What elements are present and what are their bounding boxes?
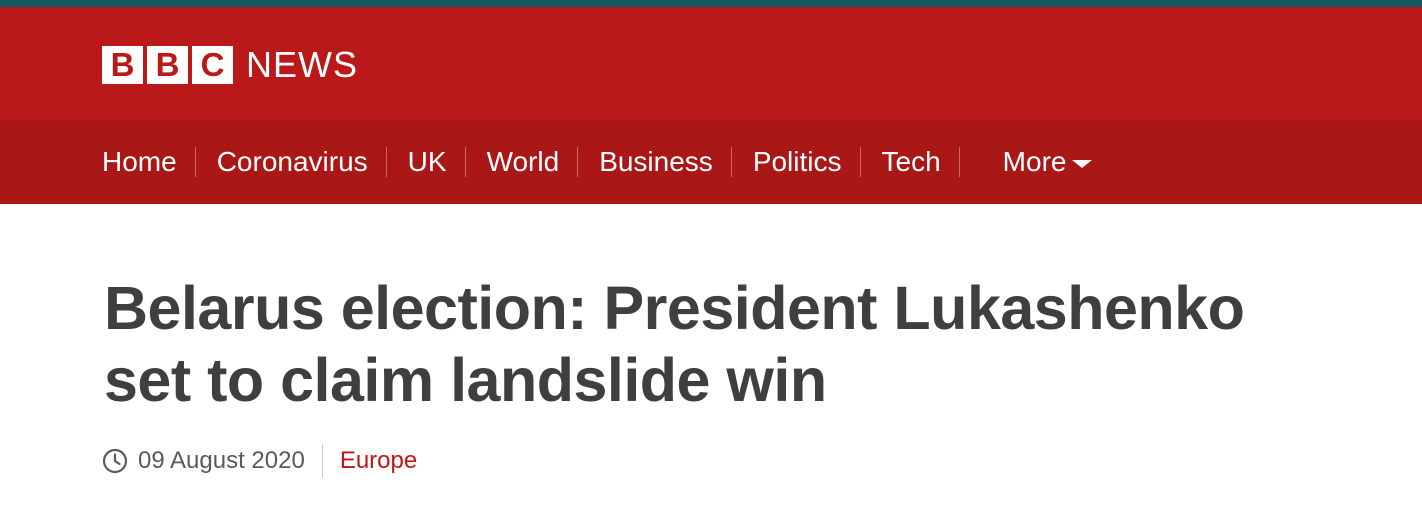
nav-item-politics[interactable]: Politics: [753, 146, 842, 178]
meta-divider: [321, 444, 323, 478]
logo-letter-c: C: [192, 46, 233, 84]
nav-divider: [958, 147, 960, 177]
masthead: B B C NEWS: [0, 7, 1422, 120]
chevron-down-icon: [1072, 159, 1093, 168]
nav-divider: [385, 147, 387, 177]
nav-more-button[interactable]: More: [1003, 146, 1093, 178]
article-meta: 09 August 2020 Europe: [102, 444, 417, 478]
main-navigation: Home Coronavirus UK World Business Polit…: [0, 120, 1422, 204]
nav-item-business[interactable]: Business: [599, 146, 713, 178]
nav-more-label: More: [1002, 146, 1067, 177]
nav-divider: [464, 147, 466, 177]
article-headline: Belarus election: President Lukashenko s…: [104, 274, 1245, 414]
bbc-news-logo[interactable]: B B C NEWS: [102, 46, 358, 84]
nav-divider: [194, 147, 196, 177]
nav-item-uk[interactable]: UK: [408, 146, 447, 178]
logo-news-word: NEWS: [246, 44, 358, 85]
article-date: 09 August 2020: [138, 447, 305, 474]
nav-list: Home Coronavirus UK World Business Polit…: [102, 120, 1093, 204]
nav-divider: [859, 147, 861, 177]
logo-letter-b1: B: [102, 46, 143, 84]
nav-item-home[interactable]: Home: [102, 146, 177, 178]
clock-icon: [102, 448, 128, 474]
top-accent-strip: [0, 0, 1422, 7]
nav-item-coronavirus[interactable]: Coronavirus: [217, 146, 368, 178]
nav-item-tech[interactable]: Tech: [882, 146, 941, 178]
nav-item-world[interactable]: World: [487, 146, 560, 178]
nav-divider: [577, 147, 579, 177]
section-link-europe[interactable]: Europe: [340, 447, 417, 475]
nav-divider: [730, 147, 732, 177]
logo-letter-b2: B: [147, 46, 188, 84]
